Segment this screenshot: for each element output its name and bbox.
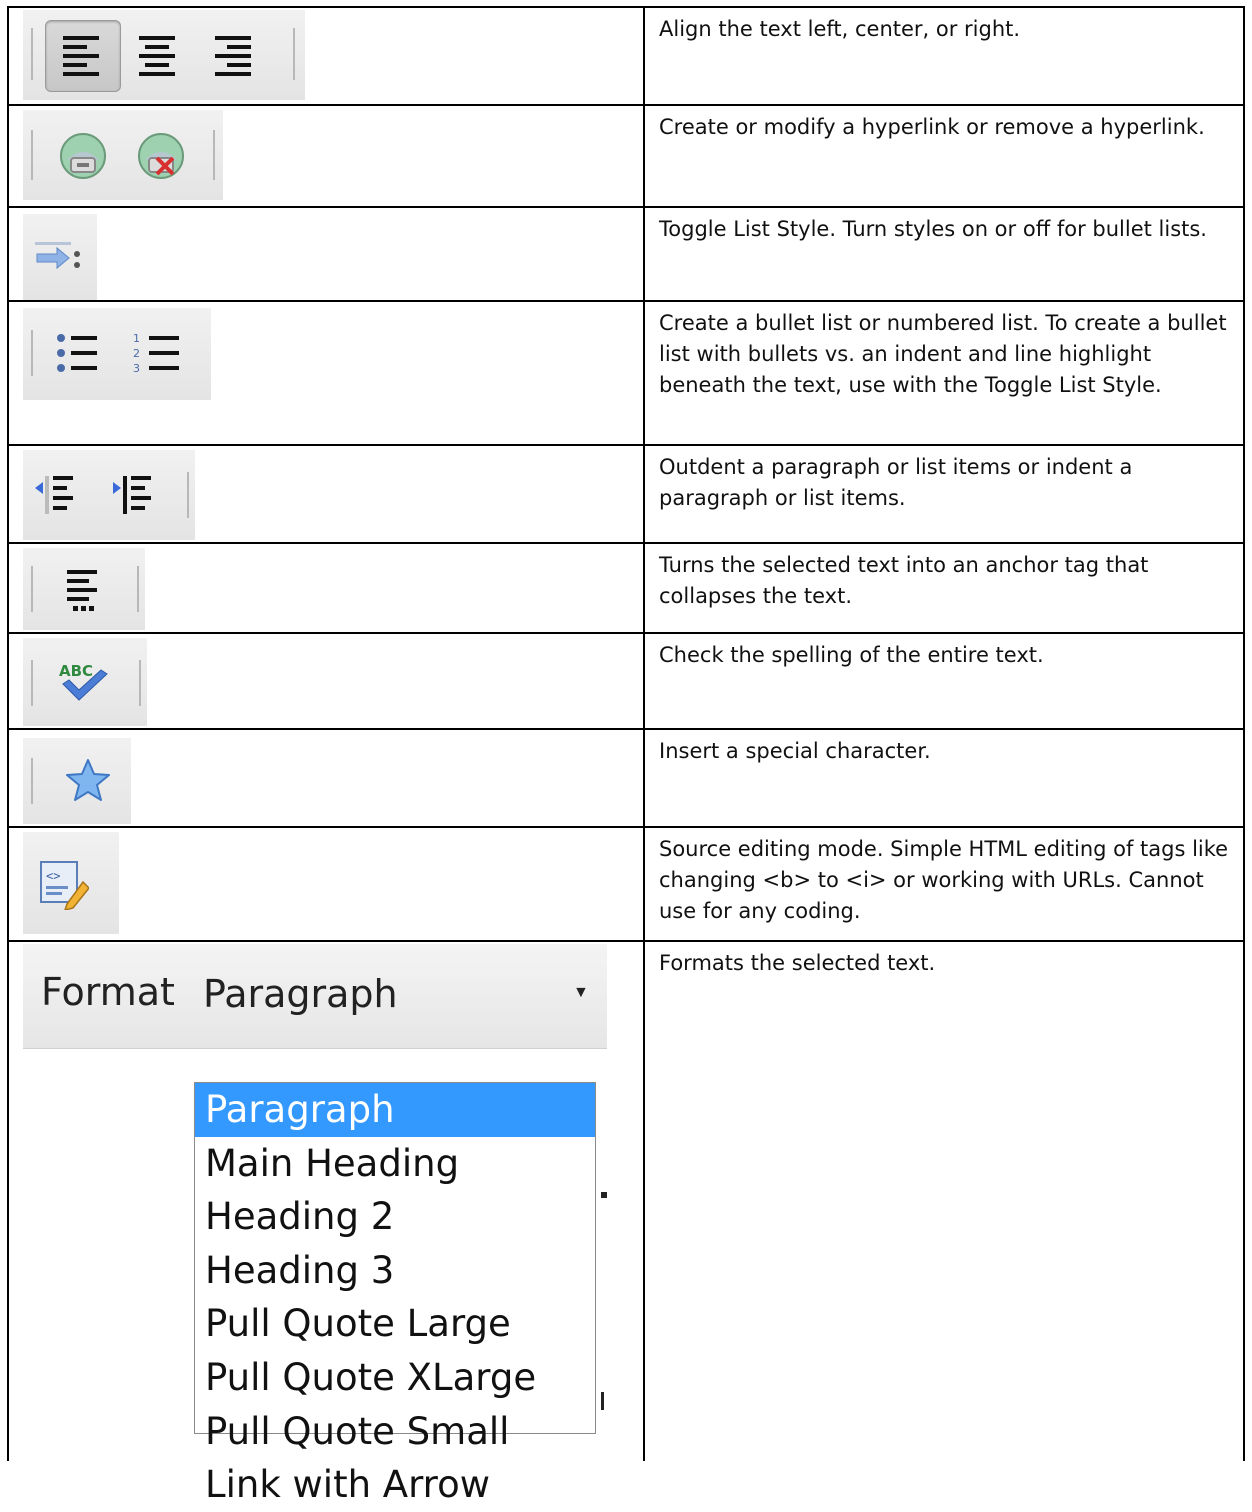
toolbar-strip: <> (23, 832, 119, 934)
column-divider (643, 634, 645, 728)
column-divider (643, 446, 645, 542)
table-row: Outdent a paragraph or list items or ind… (7, 444, 1245, 542)
row-description: Create or modify a hyperlink or remove a… (659, 115, 1205, 139)
row-description: Outdent a paragraph or list items or ind… (659, 455, 1133, 510)
feature-table: Align the text left, center, or right. C… (7, 6, 1245, 1506)
format-label: Format (41, 970, 175, 1014)
column-divider (643, 942, 645, 1461)
special-character-icon[interactable] (63, 756, 113, 806)
toolbar-strip (23, 738, 131, 824)
chevron-down-icon[interactable]: ▼ (573, 984, 589, 1002)
format-options-list: Paragraph Main Heading Heading 2 Heading… (194, 1082, 596, 1506)
numbered-list-icon[interactable]: 1 2 3 (131, 330, 183, 376)
svg-text:2: 2 (133, 347, 140, 360)
background-artifact (601, 1392, 604, 1410)
toolbar-strip (23, 110, 223, 200)
format-option[interactable]: Paragraph (195, 1083, 595, 1137)
format-select-value: Paragraph (203, 972, 398, 1016)
table-row: <> Source editing mode. Simple HTML edit… (7, 826, 1245, 940)
column-divider (643, 8, 645, 104)
row-description: Insert a special character. (659, 739, 931, 763)
link-icon[interactable] (57, 130, 109, 182)
format-option[interactable]: Pull Quote Small (195, 1405, 595, 1459)
column-divider (643, 730, 645, 826)
column-divider (643, 106, 645, 206)
toolbar-strip (23, 450, 195, 540)
toolbar-strip: 1 2 3 (23, 308, 211, 400)
unlink-icon[interactable] (135, 130, 187, 182)
format-option[interactable]: Heading 3 (195, 1244, 595, 1298)
column-divider (643, 544, 645, 632)
table-row: Align the text left, center, or right. (7, 6, 1245, 104)
row-description: Align the text left, center, or right. (659, 17, 1021, 41)
toolbar-strip (23, 548, 145, 630)
format-option[interactable]: Pull Quote Large (195, 1297, 595, 1351)
table-row: Create or modify a hyperlink or remove a… (7, 104, 1245, 206)
format-option[interactable]: Pull Quote XLarge (195, 1351, 595, 1405)
svg-text:3: 3 (133, 362, 140, 375)
toolbar-strip (23, 10, 305, 100)
background-artifact (601, 1192, 607, 1198)
align-right-icon[interactable] (211, 32, 257, 78)
toolbar-strip (23, 214, 97, 300)
align-center-icon[interactable] (135, 32, 181, 78)
indent-icon[interactable] (111, 472, 155, 518)
align-left-icon (63, 36, 99, 76)
outdent-icon[interactable] (33, 472, 77, 518)
row-description: Check the spelling of the entire text. (659, 643, 1044, 667)
format-option[interactable]: Main Heading (195, 1137, 595, 1191)
source-editing-icon[interactable]: <> (37, 858, 89, 910)
format-option[interactable]: Link with Arrow (195, 1458, 595, 1512)
svg-text:1: 1 (133, 332, 140, 345)
row-description: Formats the selected text. (659, 951, 936, 975)
collapse-text-icon[interactable] (63, 566, 105, 614)
row-description: Turns the selected text into an anchor t… (659, 553, 1149, 608)
row-description: Source editing mode. Simple HTML editing… (659, 837, 1229, 923)
format-toolbar: Format Paragraph ▼ (23, 944, 607, 1049)
spellcheck-icon[interactable]: ABC (55, 658, 111, 708)
table-row: ABC Check the spelling of the entire tex… (7, 632, 1245, 728)
bulleted-list-icon[interactable] (53, 330, 101, 376)
toolbar-strip: ABC (23, 638, 147, 726)
column-divider (643, 208, 645, 300)
format-option[interactable]: Heading 2 (195, 1190, 595, 1244)
svg-text:<>: <> (46, 869, 60, 883)
table-row: 1 2 3 Create a bullet list or numbered l… (7, 300, 1245, 444)
row-description: Toggle List Style. Turn styles on or off… (659, 217, 1207, 241)
table-row: Insert a special character. (7, 728, 1245, 826)
svg-text:ABC: ABC (59, 662, 93, 680)
row-description: Create a bullet list or numbered list. T… (659, 311, 1227, 397)
table-row: Turns the selected text into an anchor t… (7, 542, 1245, 632)
table-row: Toggle List Style. Turn styles on or off… (7, 206, 1245, 300)
table-row: Format Paragraph ▼ Paragraph Main Headin… (7, 940, 1245, 1506)
column-divider (643, 828, 645, 940)
column-divider (643, 302, 645, 444)
toggle-list-style-icon[interactable] (31, 238, 83, 278)
